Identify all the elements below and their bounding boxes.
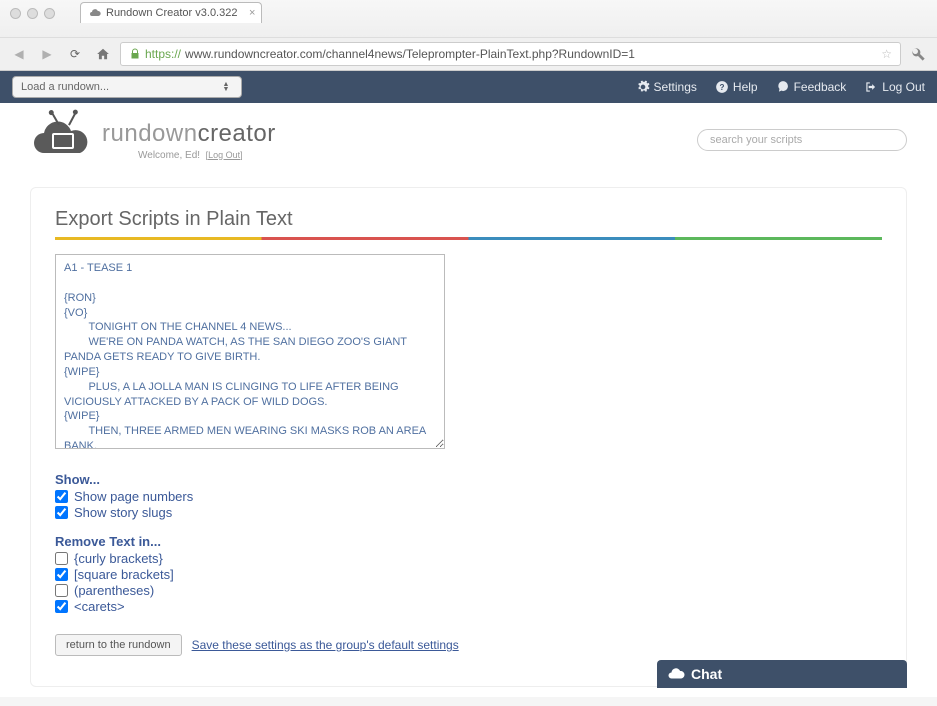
- logo[interactable]: rundowncreator Welcome, Ed! [Log Out]: [30, 117, 276, 163]
- help-label: Help: [733, 80, 758, 94]
- help-icon: ?: [715, 80, 729, 94]
- feedback-link[interactable]: Feedback: [776, 80, 847, 94]
- svg-text:?: ?: [719, 83, 724, 92]
- logout-link[interactable]: Log Out: [864, 80, 925, 94]
- rundown-loader-label: Load a rundown...: [21, 81, 109, 93]
- opt-curly[interactable]: {curly brackets}: [55, 551, 882, 566]
- back-button[interactable]: ◀: [8, 43, 30, 65]
- browser-chrome: Rundown Creator v3.0.322 × ◀ ▶ ⟳ https:/…: [0, 0, 937, 71]
- checkbox-square[interactable]: [55, 568, 68, 581]
- home-button[interactable]: [92, 43, 114, 65]
- feedback-icon: [776, 80, 790, 94]
- checkbox-page-numbers[interactable]: [55, 490, 68, 503]
- gear-icon: [636, 80, 650, 94]
- search-placeholder: search your scripts: [710, 134, 802, 146]
- script-textarea[interactable]: [55, 254, 445, 449]
- select-arrows-icon: ▲▼: [219, 82, 233, 92]
- rundown-loader-select[interactable]: Load a rundown... ▲▼: [12, 76, 242, 98]
- checkbox-story-slugs[interactable]: [55, 506, 68, 519]
- feedback-label: Feedback: [794, 80, 847, 94]
- opt-story-slugs[interactable]: Show story slugs: [55, 505, 882, 520]
- settings-label: Settings: [654, 80, 697, 94]
- header-logout-link[interactable]: [Log Out]: [206, 150, 243, 160]
- url-text: www.rundowncreator.com/channel4news/Tele…: [185, 47, 635, 61]
- search-input[interactable]: search your scripts: [697, 129, 907, 151]
- chat-label: Chat: [691, 666, 722, 682]
- checkbox-carets[interactable]: [55, 600, 68, 613]
- opt-paren[interactable]: (parentheses): [55, 583, 882, 598]
- url-protocol: https://: [145, 47, 181, 61]
- help-link[interactable]: ? Help: [715, 80, 758, 94]
- options-section: Show... Show page numbers Show story slu…: [55, 472, 882, 614]
- opt-square[interactable]: [square brackets]: [55, 567, 882, 582]
- opt-page-numbers[interactable]: Show page numbers: [55, 489, 882, 504]
- lock-icon: [129, 48, 141, 60]
- wrench-menu-icon[interactable]: [907, 43, 929, 65]
- remove-header: Remove Text in...: [55, 534, 882, 549]
- bookmark-star-icon[interactable]: ☆: [881, 47, 892, 61]
- checkbox-paren[interactable]: [55, 584, 68, 597]
- save-defaults-link[interactable]: Save these settings as the group's defau…: [192, 638, 459, 652]
- title-underline: [55, 237, 882, 240]
- chat-bar[interactable]: Chat: [657, 660, 907, 688]
- header: rundowncreator Welcome, Ed! [Log Out] se…: [0, 103, 937, 177]
- forward-button: ▶: [36, 43, 58, 65]
- browser-tab[interactable]: Rundown Creator v3.0.322 ×: [80, 2, 262, 23]
- settings-link[interactable]: Settings: [636, 80, 697, 94]
- logo-text: rundowncreator: [102, 120, 276, 148]
- logo-cloud-tv-icon: [30, 117, 94, 163]
- opt-carets[interactable]: <carets>: [55, 599, 882, 614]
- app-toolbar: Load a rundown... ▲▼ Settings ? Help Fee…: [0, 71, 937, 103]
- page-title: Export Scripts in Plain Text: [55, 208, 882, 231]
- logout-label: Log Out: [882, 80, 925, 94]
- return-button[interactable]: return to the rundown: [55, 634, 182, 656]
- tab-close-icon[interactable]: ×: [249, 7, 255, 19]
- url-bar[interactable]: https:// www.rundowncreator.com/channel4…: [120, 42, 901, 66]
- checkbox-curly[interactable]: [55, 552, 68, 565]
- tab-title: Rundown Creator v3.0.322: [106, 7, 237, 19]
- chat-cloud-icon: [667, 665, 685, 683]
- show-header: Show...: [55, 472, 882, 487]
- url-bar-row: ◀ ▶ ⟳ https:// www.rundowncreator.com/ch…: [0, 37, 937, 70]
- logout-icon: [864, 80, 878, 94]
- content-card: Export Scripts in Plain Text Show... Sho…: [30, 187, 907, 687]
- welcome-text: Welcome, Ed! [Log Out]: [138, 150, 276, 161]
- reload-button[interactable]: ⟳: [64, 43, 86, 65]
- cloud-icon: [89, 7, 101, 19]
